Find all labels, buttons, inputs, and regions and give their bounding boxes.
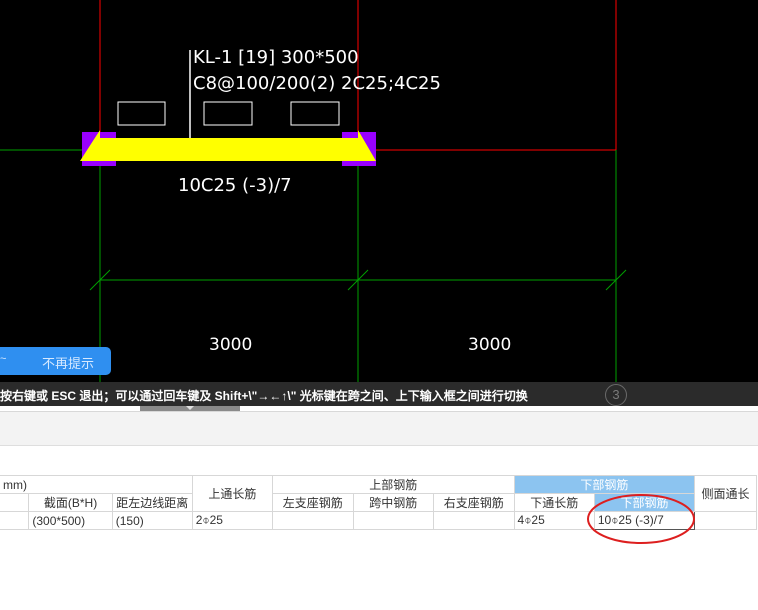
header-edge-distance: 距左边线距离 (111, 493, 193, 512)
status-bar: 按右键或 ESC 退出；可以通过回车键及 Shift+\"→←↑\" 光标键在跨… (0, 382, 758, 406)
beam-label-line1: KL-1 [19] 300*500 (193, 47, 359, 68)
dimension-right: 3000 (468, 335, 512, 355)
cell-side-through[interactable] (694, 511, 757, 530)
cad-drawing[interactable] (0, 0, 758, 382)
beam-input-box[interactable] (203, 101, 253, 126)
header-bottom-through: 下通长筋 (513, 493, 595, 512)
beam-input-box[interactable] (117, 101, 166, 126)
panel-toolbar (0, 411, 758, 446)
cell-section[interactable]: (300*500) (28, 511, 113, 530)
cell-mid-span[interactable] (352, 511, 434, 530)
header-right-support: 右支座钢筋 (432, 493, 515, 512)
group-header-dims: mm) (0, 475, 193, 494)
cell-top-through[interactable]: 2⌽25 (191, 511, 274, 530)
cell-bottom-through[interactable]: 4⌽25 (513, 511, 595, 530)
header-side-through: 侧面通长 (694, 475, 757, 512)
beam-label-line2: C8@100/200(2) 2C25;4C25 (193, 73, 441, 94)
group-header-bottom-rebar: 下部钢筋 (513, 475, 696, 494)
header-section: 截面(B*H) (28, 493, 113, 512)
chevron-down-icon[interactable]: ~ (0, 353, 6, 365)
group-header-top-rebar: 上部钢筋 (272, 475, 515, 494)
dimension-left: 3000 (209, 335, 253, 355)
beam-input-box[interactable] (290, 101, 340, 126)
cad-drawing-canvas[interactable]: KL-1 [19] 300*500 C8@100/200(2) 2C25;4C2… (0, 0, 758, 382)
dismiss-tip-button[interactable]: 不再提示 (42, 353, 94, 372)
cell-right-support[interactable] (432, 511, 515, 530)
collapse-arrow-icon[interactable] (186, 406, 194, 410)
beam-span[interactable] (98, 138, 360, 161)
cell-left-support[interactable] (272, 511, 354, 530)
header-blank (0, 493, 30, 512)
cell-blank[interactable] (0, 511, 30, 530)
header-top-through: 上通长筋 (191, 475, 274, 512)
cell-edge-distance[interactable]: (150) (111, 511, 193, 530)
header-left-support: 左支座钢筋 (272, 493, 354, 512)
bottom-bar-label: 10C25 (-3)/7 (178, 175, 292, 196)
highlight-circle (587, 494, 695, 544)
status-hint-text: 按右键或 ESC 退出；可以通过回车键及 Shift+\"→←↑\" 光标键在跨… (0, 389, 528, 403)
tip-popup: ~ 不再提示 (0, 347, 111, 375)
axis-number-badge: 3 (605, 384, 627, 406)
header-mid-span: 跨中钢筋 (352, 493, 434, 512)
